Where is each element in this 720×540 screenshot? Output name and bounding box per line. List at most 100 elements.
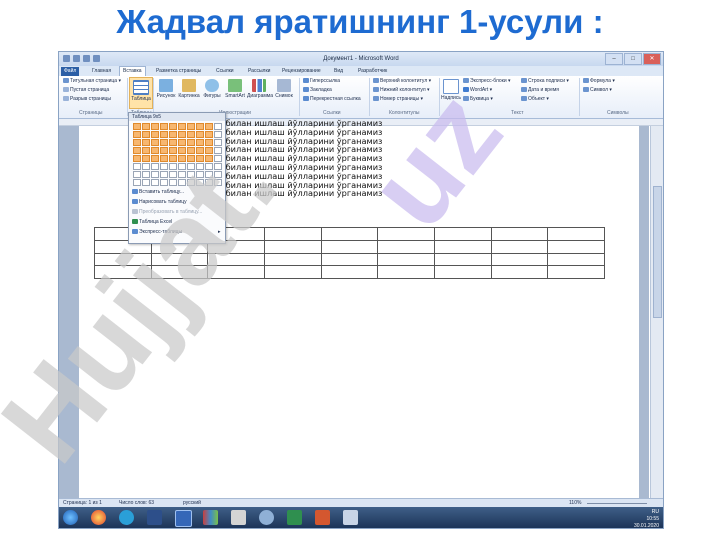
grid-cell[interactable]: [196, 147, 204, 154]
object-button[interactable]: Объект ▾: [521, 96, 549, 102]
grid-cell[interactable]: [151, 163, 159, 170]
table-cell[interactable]: [490, 252, 549, 267]
close-button[interactable]: ✕: [643, 53, 661, 65]
table-cell[interactable]: [150, 252, 209, 267]
table-cell[interactable]: [490, 227, 549, 241]
powerpoint-icon[interactable]: [315, 510, 330, 525]
grid-cell[interactable]: [142, 163, 150, 170]
grid-cell[interactable]: [133, 139, 141, 146]
floppy-icon[interactable]: [147, 510, 162, 525]
grid-cell[interactable]: [142, 131, 150, 138]
grid-cell[interactable]: [133, 179, 141, 186]
grid-cell[interactable]: [151, 171, 159, 178]
grid-cell[interactable]: [187, 123, 195, 130]
chrome-icon[interactable]: [91, 510, 106, 525]
start-button-icon[interactable]: [63, 510, 78, 525]
table-cell[interactable]: [320, 239, 379, 254]
tab-mailings[interactable]: Рассылки: [245, 67, 273, 76]
maximize-button[interactable]: □: [624, 53, 642, 65]
tab-review[interactable]: Рецензирование: [279, 67, 324, 76]
wordart-button[interactable]: WordArt ▾: [463, 87, 492, 93]
grid-cell[interactable]: [205, 155, 213, 162]
grid-cell[interactable]: [133, 171, 141, 178]
grid-cell[interactable]: [133, 123, 141, 130]
grid-cell[interactable]: [187, 179, 195, 186]
table-cell[interactable]: [263, 227, 322, 241]
grid-cell[interactable]: [142, 179, 150, 186]
grid-cell[interactable]: [133, 131, 141, 138]
cover-page-button[interactable]: Титульная страница ▾: [63, 78, 121, 84]
grid-cell[interactable]: [178, 171, 186, 178]
grid-cell[interactable]: [187, 139, 195, 146]
cross-reference-button[interactable]: Перекрестная ссылка: [303, 96, 361, 102]
grid-cell[interactable]: [169, 123, 177, 130]
draw-table-item[interactable]: Нарисовать таблицу: [132, 199, 187, 205]
grid-cell[interactable]: [178, 139, 186, 146]
grid-cell[interactable]: [142, 155, 150, 162]
grid-cell[interactable]: [160, 131, 168, 138]
grid-cell[interactable]: [178, 179, 186, 186]
table-cell[interactable]: [94, 252, 152, 267]
grid-cell[interactable]: [169, 155, 177, 162]
tab-references[interactable]: Ссылки: [213, 67, 237, 76]
table-cell[interactable]: [490, 265, 549, 279]
grid-cell[interactable]: [178, 147, 186, 154]
grid-cell[interactable]: [196, 163, 204, 170]
table-cell[interactable]: [433, 227, 492, 241]
table-cell[interactable]: [490, 239, 549, 254]
table-cell[interactable]: [263, 239, 322, 254]
grid-cell[interactable]: [205, 147, 213, 154]
grid-cell[interactable]: [196, 155, 204, 162]
scroll-thumb[interactable]: [653, 186, 662, 318]
date-time-button[interactable]: Дата и время: [521, 87, 559, 93]
table-cell[interactable]: [377, 239, 435, 254]
grid-cell[interactable]: [133, 155, 141, 162]
grid-cell[interactable]: [178, 155, 186, 162]
page-break-button[interactable]: Разрыв страницы: [63, 96, 111, 102]
smartart-button[interactable]: SmartArt: [224, 79, 246, 99]
table-cell[interactable]: [377, 252, 435, 267]
insert-table-item[interactable]: Вставить таблицу...: [132, 189, 184, 195]
zoom-slider[interactable]: [587, 503, 647, 504]
chart-button[interactable]: Диаграмма: [247, 79, 273, 99]
tab-file[interactable]: Файл: [61, 67, 80, 76]
grid-cell[interactable]: [214, 139, 222, 146]
equation-button[interactable]: Формула ▾: [583, 78, 615, 84]
excel-table-item[interactable]: Таблица Excel: [132, 219, 172, 225]
grid-cell[interactable]: [214, 155, 222, 162]
table-cell[interactable]: [547, 227, 605, 241]
grid-cell[interactable]: [142, 139, 150, 146]
grid-cell[interactable]: [133, 147, 141, 154]
grid-cell[interactable]: [214, 179, 222, 186]
grid-cell[interactable]: [160, 163, 168, 170]
grid-cell[interactable]: [178, 163, 186, 170]
word-taskbar-icon[interactable]: [175, 510, 192, 527]
table-cell[interactable]: [320, 252, 379, 267]
grid-cell[interactable]: [169, 163, 177, 170]
clock-date[interactable]: 30.01.2020: [634, 523, 659, 528]
table-cell[interactable]: [207, 252, 265, 267]
grid-cell[interactable]: [151, 155, 159, 162]
grid-cell[interactable]: [160, 123, 168, 130]
grid-cell[interactable]: [169, 171, 177, 178]
blank-page-button[interactable]: Пустая страница: [63, 87, 109, 93]
quick-tables-item[interactable]: Экспресс-таблицы ▸: [132, 229, 221, 235]
grid-cell[interactable]: [187, 163, 195, 170]
table-cell[interactable]: [320, 265, 379, 279]
table-cell[interactable]: [207, 265, 265, 279]
grid-cell[interactable]: [142, 147, 150, 154]
signature-line-button[interactable]: Строка подписи ▾: [521, 78, 569, 84]
grid-cell[interactable]: [205, 171, 213, 178]
table-cell[interactable]: [263, 265, 322, 279]
table-cell[interactable]: [320, 227, 379, 241]
grid-cell[interactable]: [160, 155, 168, 162]
grid-cell[interactable]: [187, 131, 195, 138]
grid-cell[interactable]: [151, 139, 159, 146]
grid-cell[interactable]: [196, 123, 204, 130]
calculator-icon[interactable]: [231, 510, 246, 525]
footer-button[interactable]: Нижний колонтитул ▾: [373, 87, 430, 93]
tab-home[interactable]: Главная: [89, 67, 114, 76]
grid-cell[interactable]: [169, 179, 177, 186]
grid-cell[interactable]: [151, 179, 159, 186]
header-button[interactable]: Верхний колонтитул ▾: [373, 78, 431, 84]
